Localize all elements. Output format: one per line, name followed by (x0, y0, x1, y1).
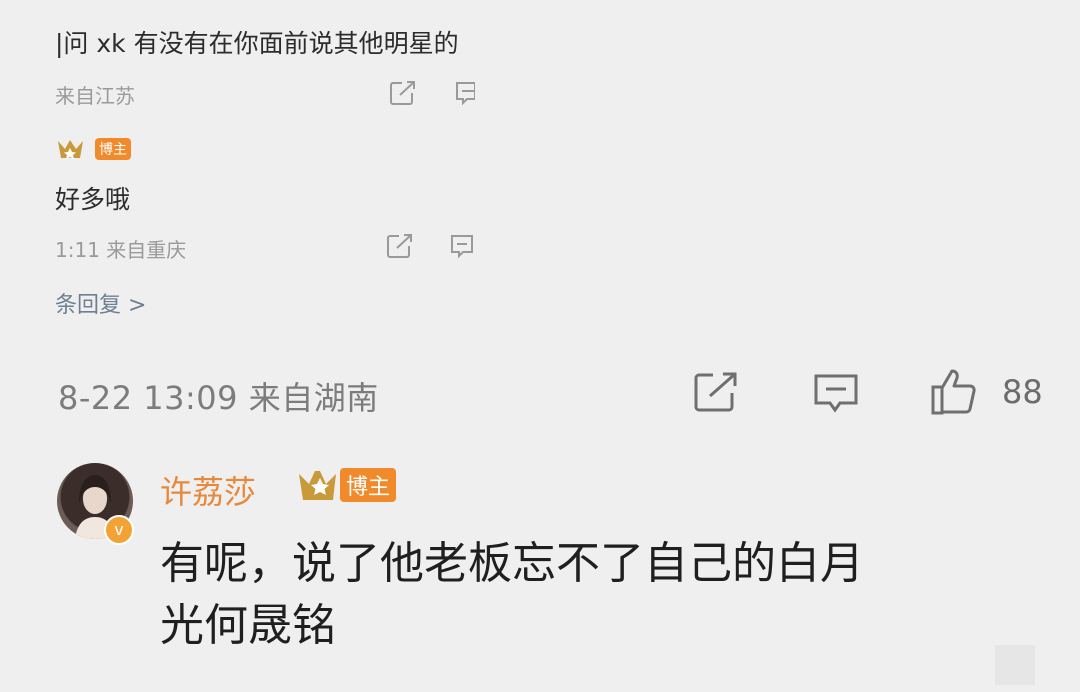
verified-icon: v (104, 515, 134, 545)
comment-text-line1: 有呢，说了他老板忘不了自己的白月 (160, 538, 864, 589)
reply-meta-2: 1:11 来自重庆 (55, 238, 187, 262)
comment-icon[interactable] (455, 81, 475, 107)
reply-text-1: |问 xk 有没有在你面前说其他明星的 (55, 29, 459, 58)
crown-icon (299, 471, 336, 500)
crown-icon (58, 140, 83, 159)
reply-text-2: 好多哦 (55, 185, 131, 214)
badge-label: 博主 (95, 138, 131, 160)
comment-username[interactable]: 许荔莎 (160, 467, 256, 513)
reply-meta-1: 来自江苏 (55, 84, 135, 108)
share-icon[interactable] (386, 233, 414, 259)
like-count: 88 (1002, 373, 1043, 411)
blogger-badge-small: 博主 (55, 136, 131, 162)
blogger-badge: 博主 (296, 466, 396, 504)
share-icon[interactable] (389, 80, 417, 106)
corner-artifact (995, 645, 1035, 685)
share-icon[interactable] (693, 371, 739, 413)
more-replies-link[interactable]: 条回复 > (55, 287, 146, 319)
badge-label: 博主 (340, 468, 396, 502)
comment-datetime-location: 8-22 13:09 来自湖南 (58, 379, 379, 417)
comment-text-line2: 光何晟铭 (160, 600, 336, 651)
comment-icon[interactable] (450, 234, 474, 260)
thumbs-up-icon[interactable] (930, 366, 980, 416)
comment-icon[interactable] (813, 373, 859, 415)
